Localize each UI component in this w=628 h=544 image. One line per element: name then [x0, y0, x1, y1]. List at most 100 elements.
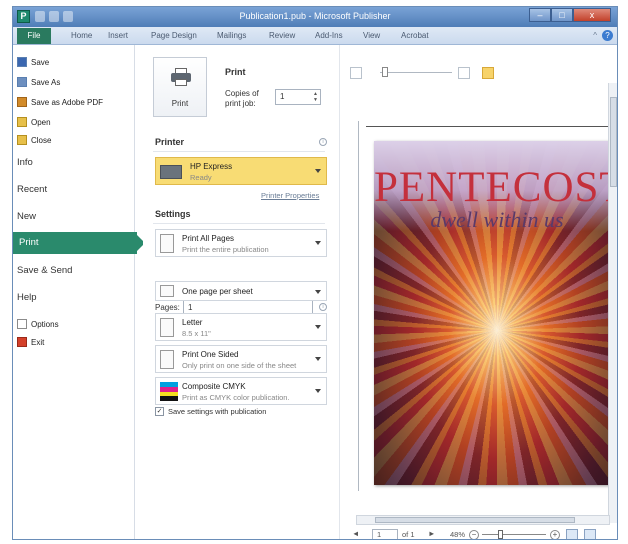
tab-mailings[interactable]: Mailings [217, 31, 246, 40]
boundaries-icon[interactable] [482, 67, 494, 79]
settings-heading: Settings [155, 209, 191, 219]
checkmark-icon[interactable]: ✓ [155, 407, 164, 416]
tab-view[interactable]: View [363, 31, 380, 40]
nav-help[interactable]: Help [17, 292, 37, 303]
nav-save-as-pdf-label: Save as Adobe PDF [31, 97, 104, 107]
nav-options[interactable]: Options [17, 317, 59, 331]
print-button[interactable]: Print [153, 57, 207, 117]
fit-page-icon[interactable] [566, 529, 578, 539]
duplex-desc: Only print on one side of the sheet [182, 361, 297, 370]
zoom-slider[interactable] [482, 534, 546, 535]
printer-icon [171, 68, 191, 86]
nav-save-as[interactable]: Save As [17, 75, 60, 89]
nav-options-label: Options [31, 319, 59, 329]
tab-home[interactable]: Home [71, 31, 92, 40]
tab-page-design[interactable]: Page Design [151, 31, 197, 40]
backstage-nav: Save Save As Save as Adobe PDF Open Clos… [13, 45, 145, 539]
zoom-out-icon[interactable]: − [469, 530, 479, 539]
printer-dropdown[interactable]: HP Express Ready [155, 157, 327, 185]
spin-arrows-icon[interactable]: ▲ ▼ [313, 91, 318, 103]
minimize-ribbon-icon[interactable]: ^ [593, 31, 597, 40]
print-settings-panel: Print Print Copies of print job: 1 ▲ ▼ Pr… [143, 45, 339, 539]
zoom-thumb[interactable] [498, 530, 503, 539]
save-icon [17, 57, 27, 67]
pdf-icon [17, 97, 27, 107]
prev-page-icon[interactable]: ◄ [352, 529, 359, 538]
zoom-level: 48% [450, 530, 466, 539]
print-preview: PENTECOST dwell within us ◄ 1 of 1 ► 48%… [339, 45, 618, 539]
printer-heading: Printer [155, 137, 185, 147]
page-view-icon[interactable] [458, 67, 470, 79]
nav-save-as-label: Save As [31, 77, 61, 87]
color-mode-dropdown[interactable]: Composite CMYK Print as CMYK color publi… [155, 377, 327, 405]
nav-close[interactable]: Close [17, 133, 51, 147]
close-folder-icon [17, 135, 27, 145]
window-controls: – □ x [529, 8, 611, 22]
save-settings-checkbox[interactable]: ✓ Save settings with publication [155, 407, 266, 416]
tab-review[interactable]: Review [269, 31, 295, 40]
pages-per-sheet-dropdown[interactable]: One page per sheet [155, 281, 327, 301]
tab-insert[interactable]: Insert [108, 31, 128, 40]
copies-stepper[interactable]: 1 ▲ ▼ [275, 89, 321, 105]
printer-status: Ready [190, 173, 212, 182]
nav-info[interactable]: Info [17, 157, 33, 168]
nav-new[interactable]: New [17, 211, 36, 222]
single-page-icon[interactable] [350, 67, 362, 79]
scroll-thumb[interactable] [375, 517, 575, 523]
copies-label: Copies of print job: [225, 89, 259, 108]
maximize-button[interactable]: □ [551, 8, 573, 22]
open-folder-icon [17, 117, 27, 127]
tab-file[interactable]: File [17, 28, 51, 44]
title-bar: P Publication1.pub - Microsoft Publisher… [13, 7, 617, 27]
paper-icon [160, 318, 174, 337]
vertical-scrollbar[interactable] [608, 83, 617, 523]
duplex-dropdown[interactable]: Print One Sided Only print on one side o… [155, 345, 327, 373]
minimize-button[interactable]: – [529, 8, 551, 22]
multi-page-icon[interactable] [584, 529, 596, 539]
zoom-in-icon[interactable]: + [550, 530, 560, 539]
save-settings-label: Save settings with publication [168, 407, 267, 416]
preview-toolbar [350, 67, 610, 81]
horizontal-scrollbar[interactable] [356, 515, 610, 525]
paper-size-dropdown[interactable]: Letter 8.5 x 11" [155, 313, 327, 341]
save-as-icon [17, 77, 27, 87]
page-count: of 1 [402, 530, 415, 539]
chevron-down-icon [315, 357, 321, 361]
one-sided-icon [160, 350, 174, 369]
chevron-down-icon [315, 290, 321, 294]
cmyk-icon [160, 382, 178, 401]
scroll-thumb[interactable] [610, 97, 617, 187]
tab-acrobat[interactable]: Acrobat [401, 31, 429, 40]
next-page-icon[interactable]: ► [428, 529, 435, 538]
printer-properties-link[interactable]: Printer Properties [261, 191, 319, 200]
print-heading: Print [225, 67, 246, 77]
nav-print[interactable]: Print [13, 232, 145, 254]
tab-add-ins[interactable]: Add-Ins [315, 31, 343, 40]
cover-title: PENTECOST [374, 164, 618, 211]
nav-close-label: Close [31, 135, 52, 145]
slider-thumb[interactable] [382, 67, 388, 77]
nav-recent[interactable]: Recent [17, 184, 47, 195]
chevron-down-icon [315, 389, 321, 393]
nav-save[interactable]: Save [17, 55, 49, 69]
publisher-window: P Publication1.pub - Microsoft Publisher… [12, 6, 618, 540]
printer-device-icon [160, 165, 182, 179]
print-range-desc: Print the entire publication [182, 245, 269, 254]
nav-exit[interactable]: Exit [17, 335, 44, 349]
pages-icon [160, 234, 174, 253]
paper-size-label: Letter [182, 318, 203, 327]
print-range-dropdown[interactable]: Print All Pages Print the entire publica… [155, 229, 327, 257]
nav-save-label: Save [31, 57, 50, 67]
close-button[interactable]: x [573, 8, 611, 22]
help-icon[interactable]: ? [602, 30, 613, 41]
vertical-ruler [358, 121, 359, 491]
nav-open[interactable]: Open [17, 115, 51, 129]
nav-save-send[interactable]: Save & Send [17, 265, 72, 276]
nav-save-as-pdf[interactable]: Save as Adobe PDF [17, 95, 103, 109]
transparency-slider[interactable] [380, 72, 452, 73]
ribbon-tab-bar: File Home Insert Page Design Mailings Re… [13, 27, 617, 45]
page-number-input[interactable]: 1 [372, 529, 398, 539]
sheet-icon [160, 285, 174, 297]
info-icon[interactable]: i [319, 303, 327, 311]
info-icon[interactable]: i [319, 138, 327, 146]
